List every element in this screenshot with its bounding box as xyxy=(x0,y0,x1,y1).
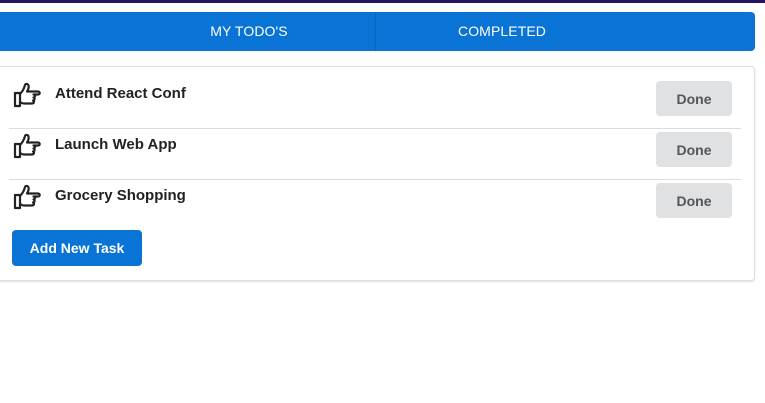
tab-my-todos[interactable]: MY TODO'S xyxy=(123,12,375,51)
top-accent-bar xyxy=(0,0,765,3)
done-button[interactable]: Done xyxy=(656,81,732,116)
done-button[interactable]: Done xyxy=(656,132,732,167)
todo-list-card: Attend React Conf Done Launch Web App Do… xyxy=(0,66,755,281)
tab-bar: MY TODO'S COMPLETED xyxy=(0,12,755,51)
task-label: Launch Web App xyxy=(55,136,177,153)
done-button[interactable]: Done xyxy=(656,183,732,218)
task-divider xyxy=(9,179,741,180)
hand-point-right-icon xyxy=(13,82,41,108)
hand-point-right-icon xyxy=(13,184,41,210)
task-label: Attend React Conf xyxy=(55,85,186,102)
task-item: Grocery Shopping Done xyxy=(9,181,741,231)
task-label: Grocery Shopping xyxy=(55,187,186,204)
task-divider xyxy=(9,128,741,129)
hand-point-right-icon xyxy=(13,133,41,159)
task-item: Attend React Conf Done xyxy=(9,79,741,129)
add-new-task-button[interactable]: Add New Task xyxy=(12,230,142,266)
task-item: Launch Web App Done xyxy=(9,130,741,180)
tab-completed[interactable]: COMPLETED xyxy=(376,12,628,51)
